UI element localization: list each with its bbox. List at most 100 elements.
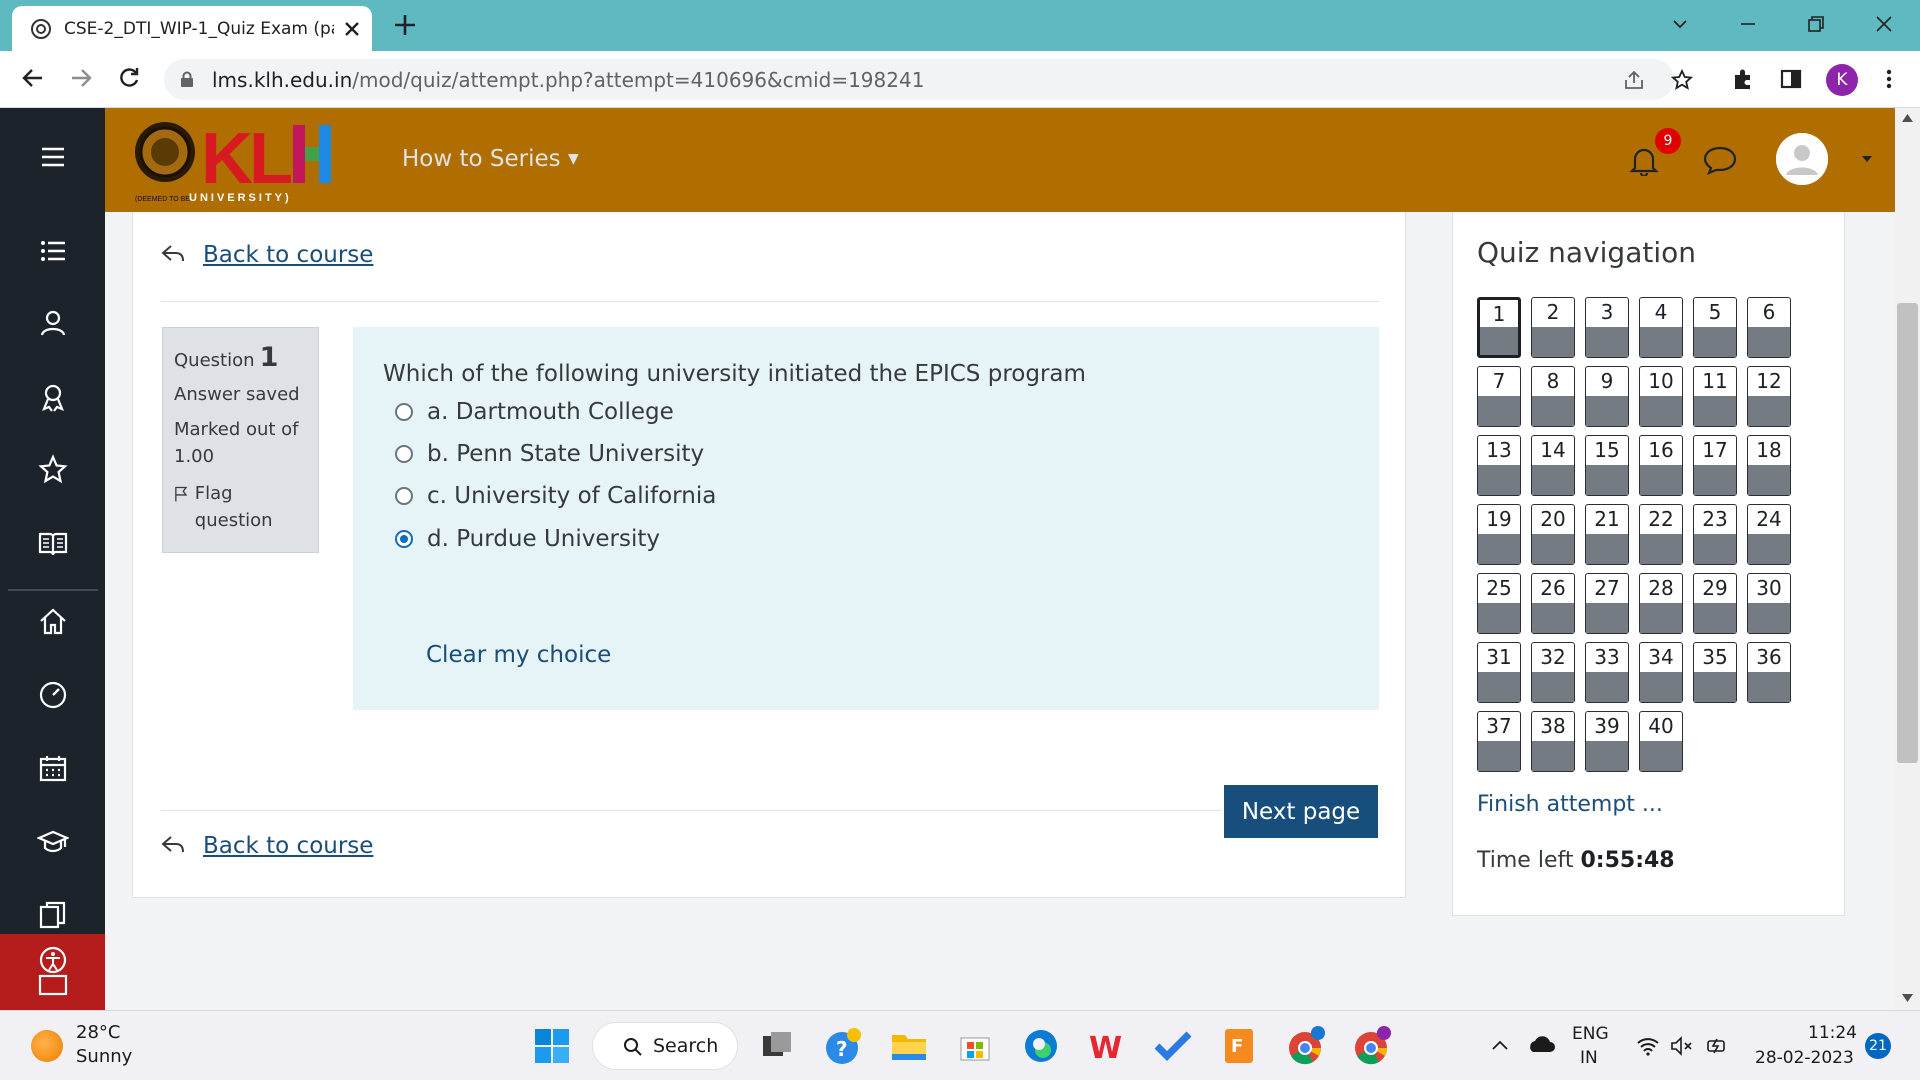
quiz-nav-button[interactable]: 23 xyxy=(1693,504,1737,565)
clock-time[interactable]: 11:24 xyxy=(1808,1023,1857,1043)
back-to-course-link[interactable]: Back to course xyxy=(203,242,373,268)
next-page-button[interactable]: Next page xyxy=(1224,785,1378,838)
windows-start-icon[interactable] xyxy=(532,1026,572,1066)
quiz-nav-button[interactable]: 39 xyxy=(1585,711,1629,772)
quiz-nav-button[interactable]: 2 xyxy=(1531,297,1575,358)
close-tab-icon[interactable] xyxy=(342,19,362,39)
quiz-nav-button[interactable]: 33 xyxy=(1585,642,1629,703)
radio-option-b[interactable] xyxy=(395,445,413,463)
input-region[interactable]: IN xyxy=(1580,1048,1598,1068)
how-to-series-menu[interactable]: How to Series ▼ xyxy=(402,146,579,172)
minimize-icon[interactable] xyxy=(1736,12,1760,36)
quiz-nav-button[interactable]: 8 xyxy=(1531,366,1575,427)
quiz-nav-button[interactable]: 13 xyxy=(1477,435,1521,496)
input-language[interactable]: ENG xyxy=(1572,1024,1609,1044)
scroll-down-arrow-icon[interactable] xyxy=(1902,994,1913,1002)
chrome-profile-icon[interactable] xyxy=(1285,1026,1325,1066)
todo-check-icon[interactable] xyxy=(1153,1026,1193,1066)
quiz-nav-button[interactable]: 6 xyxy=(1747,297,1791,358)
content-bank-icon[interactable] xyxy=(37,899,69,931)
user-avatar[interactable] xyxy=(1776,133,1828,185)
grades-book-icon[interactable] xyxy=(37,527,69,559)
notification-bell-icon[interactable] xyxy=(1629,144,1659,176)
quiz-nav-button[interactable]: 25 xyxy=(1477,573,1521,634)
browser-profile-avatar[interactable]: K xyxy=(1826,64,1858,96)
answer-option-b[interactable]: b. Penn State University xyxy=(395,437,704,471)
back-arrow-icon[interactable] xyxy=(20,65,46,91)
address-bar[interactable]: lms.klh.edu.in/mod/quiz/attempt.php?atte… xyxy=(164,59,1694,100)
quiz-nav-button[interactable]: 9 xyxy=(1585,366,1629,427)
back-to-course-link[interactable]: Back to course xyxy=(203,833,373,859)
close-window-icon[interactable] xyxy=(1872,12,1896,36)
option-b-label[interactable]: b. Penn State University xyxy=(427,441,704,467)
finish-attempt-link[interactable]: Finish attempt ... xyxy=(1477,792,1663,817)
scroll-up-arrow-icon[interactable] xyxy=(1902,114,1913,122)
weather-condition[interactable]: Sunny xyxy=(76,1046,132,1067)
option-c-label[interactable]: c. University of California xyxy=(427,483,716,509)
answer-option-a[interactable]: a. Dartmouth College xyxy=(395,395,674,429)
bookmark-star-icon[interactable] xyxy=(1670,68,1694,92)
messages-chat-icon[interactable] xyxy=(1702,145,1738,175)
file-explorer-icon[interactable] xyxy=(889,1026,929,1066)
page-scrollbar[interactable] xyxy=(1895,108,1920,1010)
answer-option-c[interactable]: c. University of California xyxy=(395,479,716,513)
radio-option-d[interactable] xyxy=(395,530,413,548)
task-view-icon[interactable] xyxy=(757,1026,797,1066)
side-panel-icon[interactable] xyxy=(1778,66,1804,92)
forward-arrow-icon[interactable] xyxy=(68,65,94,91)
quiz-nav-button[interactable]: 22 xyxy=(1639,504,1683,565)
quiz-nav-button[interactable]: 34 xyxy=(1639,642,1683,703)
kebab-menu-icon[interactable] xyxy=(1876,66,1902,92)
weather-sun-icon[interactable] xyxy=(31,1030,63,1062)
quiz-nav-button[interactable]: 32 xyxy=(1531,642,1575,703)
quiz-nav-button[interactable]: 29 xyxy=(1693,573,1737,634)
course-index-icon[interactable] xyxy=(37,235,69,267)
dashboard-gauge-icon[interactable] xyxy=(37,679,69,711)
competencies-star-icon[interactable] xyxy=(37,454,69,486)
radio-option-c[interactable] xyxy=(395,487,413,505)
quiz-nav-button[interactable]: 31 xyxy=(1477,642,1521,703)
quiz-nav-button[interactable]: 16 xyxy=(1639,435,1683,496)
participants-icon[interactable] xyxy=(37,307,69,339)
quiz-nav-button[interactable]: 18 xyxy=(1747,435,1791,496)
quiz-nav-button[interactable]: 12 xyxy=(1747,366,1791,427)
edge-browser-icon[interactable] xyxy=(1021,1026,1061,1066)
lock-icon[interactable] xyxy=(180,71,194,88)
reload-icon[interactable] xyxy=(116,65,142,91)
quiz-nav-button[interactable]: 5 xyxy=(1693,297,1737,358)
speaker-muted-icon[interactable] xyxy=(1670,1035,1694,1057)
help-app-icon[interactable]: ? xyxy=(823,1026,863,1066)
microsoft-store-icon[interactable] xyxy=(955,1026,995,1066)
new-tab-icon[interactable] xyxy=(392,12,418,38)
notification-center-badge[interactable]: 21 xyxy=(1865,1033,1891,1059)
quiz-nav-button[interactable]: 37 xyxy=(1477,711,1521,772)
accessibility-button[interactable] xyxy=(0,934,105,1010)
quiz-nav-button[interactable]: 27 xyxy=(1585,573,1629,634)
quiz-nav-button[interactable]: 10 xyxy=(1639,366,1683,427)
quiz-nav-button[interactable]: 40 xyxy=(1639,711,1683,772)
quiz-nav-button[interactable]: 17 xyxy=(1693,435,1737,496)
chrome-active-icon[interactable] xyxy=(1351,1026,1391,1066)
scrollbar-thumb[interactable] xyxy=(1897,303,1918,763)
foxit-pdf-icon[interactable]: F xyxy=(1219,1026,1259,1066)
battery-charging-icon[interactable] xyxy=(1704,1035,1728,1057)
quiz-nav-button[interactable]: 19 xyxy=(1477,504,1521,565)
share-icon[interactable] xyxy=(1622,68,1646,92)
quiz-nav-button[interactable]: 38 xyxy=(1531,711,1575,772)
radio-option-a[interactable] xyxy=(395,403,413,421)
hamburger-menu-icon[interactable] xyxy=(37,141,69,173)
home-icon[interactable] xyxy=(37,605,69,637)
url-text[interactable]: lms.klh.edu.in/mod/quiz/attempt.php?atte… xyxy=(212,68,924,92)
quiz-nav-button[interactable]: 4 xyxy=(1639,297,1683,358)
wps-office-icon[interactable]: W xyxy=(1087,1026,1127,1066)
tab-search-chevron-icon[interactable] xyxy=(1668,12,1692,36)
extensions-puzzle-icon[interactable] xyxy=(1730,66,1756,92)
quiz-nav-button[interactable]: 11 xyxy=(1693,366,1737,427)
wifi-icon[interactable] xyxy=(1636,1035,1660,1057)
show-hidden-icons-icon[interactable] xyxy=(1491,1039,1509,1051)
clock-date[interactable]: 28-02-2023 xyxy=(1755,1048,1854,1068)
quiz-nav-button[interactable]: 1 xyxy=(1477,297,1521,358)
quiz-nav-button[interactable]: 35 xyxy=(1693,642,1737,703)
option-d-label[interactable]: d. Purdue University xyxy=(427,526,660,552)
quiz-nav-button[interactable]: 24 xyxy=(1747,504,1791,565)
